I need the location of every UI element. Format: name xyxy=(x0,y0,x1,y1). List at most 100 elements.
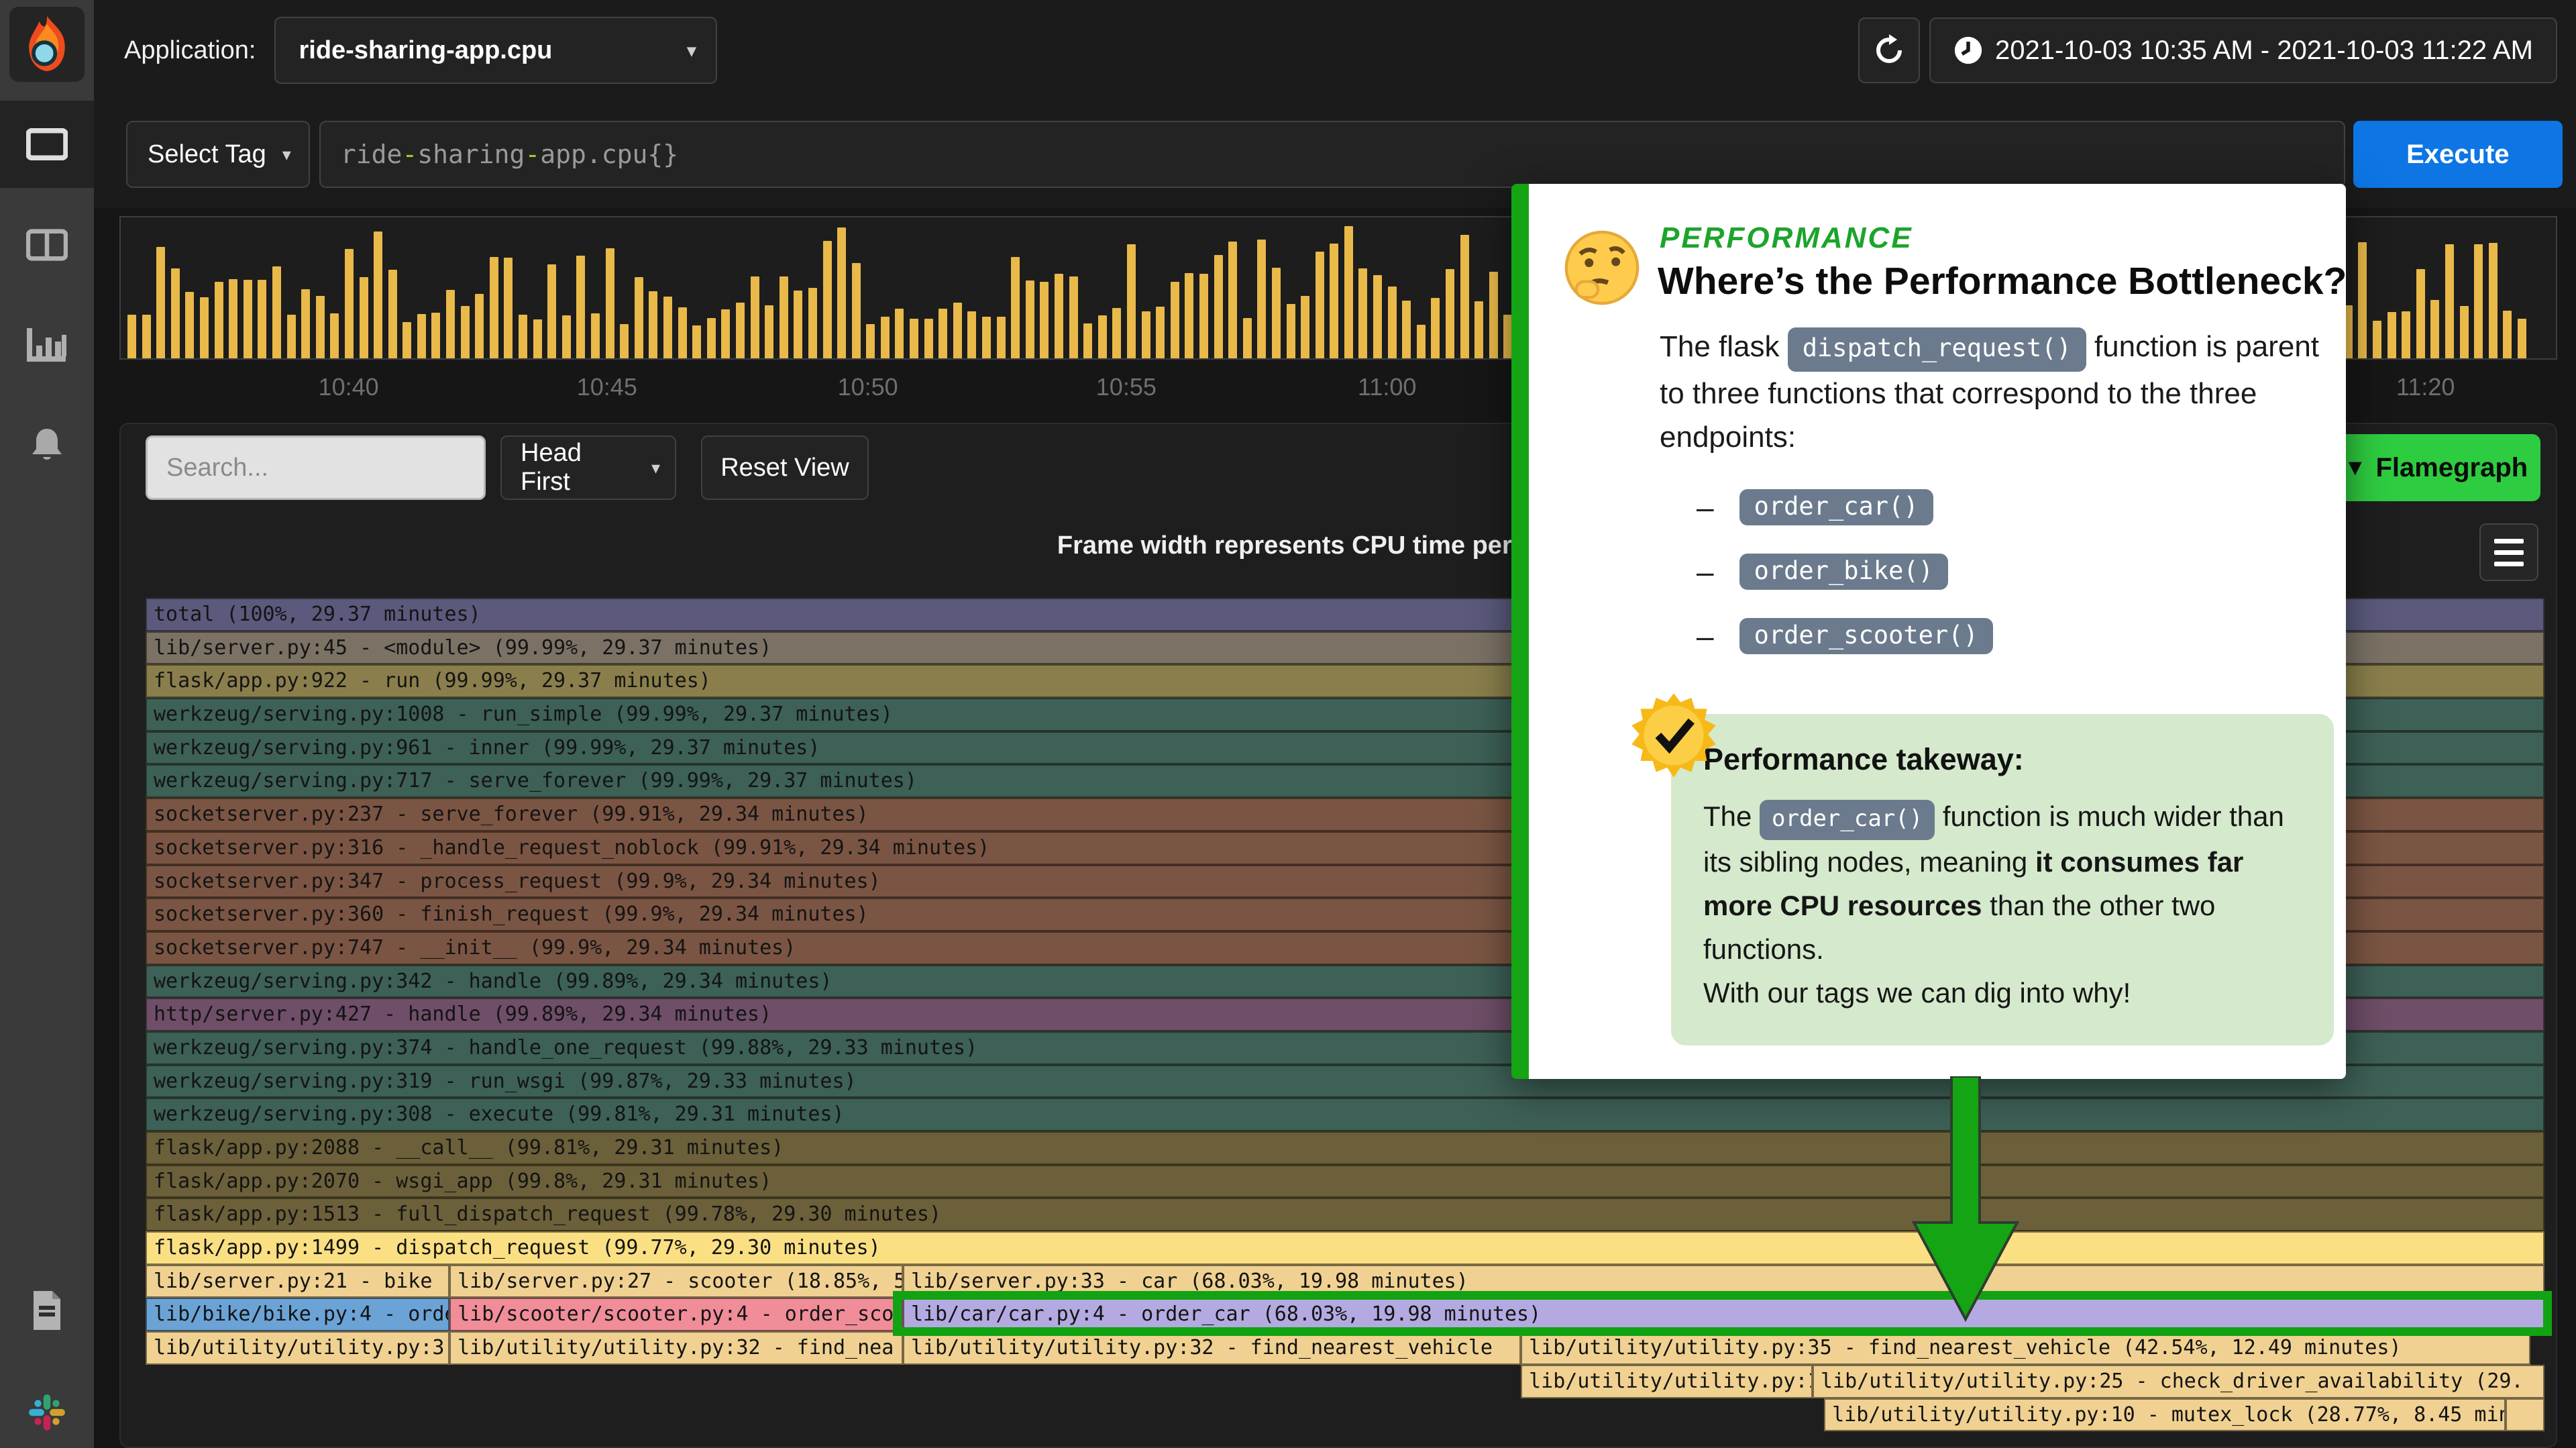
timeline-bar xyxy=(576,256,585,358)
timeline-bar xyxy=(1474,301,1483,358)
timeline-bar xyxy=(504,258,513,358)
flamegraph-frame[interactable]: lib/utility/utility.py:3 xyxy=(146,1331,449,1365)
timeline-bar xyxy=(808,288,817,358)
timeline-bar xyxy=(301,289,310,358)
select-tag-dropdown[interactable]: Select Tag ▾ xyxy=(126,121,310,188)
flamegraph-frame[interactable]: lib/utility/utility.py:1 xyxy=(1521,1365,1813,1398)
sort-order-value: Head First xyxy=(521,439,635,497)
flamegraph-row: lib/utility/utility.py:3lib/utility/util… xyxy=(146,1331,2544,1365)
single-pane-icon xyxy=(26,128,68,160)
pyroscope-logo[interactable] xyxy=(9,7,85,82)
timeline-bar xyxy=(461,306,470,358)
flamegraph-row: flask/app.py:1513 - full_dispatch_reques… xyxy=(146,1198,2544,1231)
chevron-down-icon: ▾ xyxy=(687,40,696,61)
flamegraph-frame[interactable]: flask/app.py:2088 - __call__ (99.81%, 29… xyxy=(146,1131,2544,1165)
flamegraph-frame[interactable] xyxy=(2506,1398,2544,1432)
timeline-bar xyxy=(2402,311,2410,358)
timeline-bar xyxy=(866,324,875,358)
thinking-face-emoji xyxy=(1562,228,1642,307)
chevron-down-icon: ▾ xyxy=(282,144,291,165)
timeline-bar xyxy=(142,315,151,358)
timeline-bar xyxy=(852,263,861,358)
timeline-bar xyxy=(663,297,672,358)
timeline-bar xyxy=(765,305,773,358)
flamegraph-frame[interactable]: lib/utility/utility.py:35 - find_nearest… xyxy=(1521,1331,2530,1365)
timeline-bar xyxy=(1272,268,1281,358)
flamegraph-frame[interactable]: lib/utility/utility.py:10 - mutex_lock (… xyxy=(1824,1398,2506,1432)
flamegraph-frame[interactable]: flask/app.py:2070 - wsgi_app (99.8%, 29.… xyxy=(146,1165,2544,1198)
application-select[interactable]: ride-sharing-app.cpu ▾ xyxy=(274,17,717,84)
flamegraph-frame[interactable]: lib/utility/utility.py:32 - find_nea xyxy=(449,1331,903,1365)
flamegraph-row: werkzeug/serving.py:308 - execute (99.81… xyxy=(146,1098,2544,1131)
timeline-bar xyxy=(1330,244,1338,358)
timeline-bar xyxy=(635,277,643,358)
flamegraph-frame[interactable]: lib/server.py:27 - scooter (18.85%, 5 xyxy=(449,1265,903,1298)
sidebar-item-comparison-view[interactable] xyxy=(0,201,94,289)
takeaway-box: Performance takeway: The order_car() fun… xyxy=(1671,714,2334,1045)
timeline-bar xyxy=(1156,307,1165,358)
flamegraph-frame[interactable]: lib/server.py:21 - bike ( xyxy=(146,1265,449,1298)
timeline-bar xyxy=(127,315,136,358)
flamegraph-frame[interactable]: lib/car/car.py:4 - order_car (68.03%, 19… xyxy=(903,1298,2544,1331)
timeline-bar xyxy=(330,313,339,358)
timeline-tick-label: 10:55 xyxy=(1096,373,1157,401)
timeline-bar xyxy=(1026,280,1034,358)
timeline-bar xyxy=(606,248,614,358)
timeline-bar xyxy=(620,324,629,358)
flamegraph-frame[interactable]: lib/utility/utility.py:32 - find_nearest… xyxy=(903,1331,1521,1365)
time-range-button[interactable]: 2021-10-03 10:35 AM - 2021-10-03 11:22 A… xyxy=(1929,17,2557,83)
timeline-bar xyxy=(910,319,918,358)
sidebar-item-slack[interactable] xyxy=(0,1369,94,1448)
refresh-button[interactable] xyxy=(1858,17,1920,83)
timeline-bar xyxy=(1040,282,1049,358)
flamegraph-frame[interactable]: lib/utility/utility.py:25 - check_driver… xyxy=(1813,1365,2544,1398)
select-tag-label: Select Tag xyxy=(148,140,266,169)
popup-title: Where’s the Performance Bottleneck? xyxy=(1658,259,2347,303)
timeline-bar xyxy=(678,307,687,358)
endpoint-item: –order_scooter() xyxy=(1697,618,1993,654)
search-input[interactable] xyxy=(146,435,486,500)
timeline-bar xyxy=(1402,301,1411,358)
reset-view-button[interactable]: Reset View xyxy=(701,435,869,500)
flamegraph-frame[interactable]: lib/server.py:33 - car (68.03%, 19.98 mi… xyxy=(903,1265,2544,1298)
flamegraph-frame[interactable]: lib/bike/bike.py:4 - orde xyxy=(146,1298,449,1331)
timeline-bar xyxy=(707,318,716,358)
timeline-bar xyxy=(1417,325,1426,358)
timeline-bar xyxy=(2387,312,2396,358)
flamegraph-button[interactable]: ▼ Flamegraph xyxy=(2331,434,2540,501)
timeline-tick-label: 10:45 xyxy=(577,373,637,401)
flamegraph-frame[interactable]: werkzeug/serving.py:308 - execute (99.81… xyxy=(146,1098,2544,1131)
timeline-bar xyxy=(1431,298,1440,358)
endpoint-item: –order_bike() xyxy=(1697,554,1993,590)
refresh-icon xyxy=(1873,34,1905,66)
timeline-bar xyxy=(1142,311,1150,358)
timeline-bar xyxy=(1055,274,1063,358)
sidebar-item-docs[interactable] xyxy=(0,1267,94,1354)
flame-icon: ▼ xyxy=(2344,455,2367,481)
sidebar-item-alerts[interactable] xyxy=(0,401,94,488)
sidebar-item-single-view[interactable] xyxy=(0,101,94,188)
time-range-value: 2021-10-03 10:35 AM - 2021-10-03 11:22 A… xyxy=(1995,36,2533,66)
timeline-bar xyxy=(2445,244,2454,358)
timeline-bar xyxy=(1069,276,1078,358)
timeline-tick-label: 10:40 xyxy=(319,373,379,401)
endpoint-item: –order_car() xyxy=(1697,489,1993,525)
sidebar-item-metrics[interactable] xyxy=(0,301,94,388)
panel-menu-button[interactable] xyxy=(2479,523,2538,581)
flamegraph-row: lib/bike/bike.py:4 - ordelib/scooter/sco… xyxy=(146,1298,2544,1331)
timeline-bar xyxy=(1373,275,1382,358)
flamegraph-frame[interactable]: flask/app.py:1513 - full_dispatch_reques… xyxy=(146,1198,2544,1231)
timeline-bar xyxy=(533,319,542,358)
query-input[interactable]: ride-sharing-app.cpu{} xyxy=(319,121,2345,188)
timeline-bar xyxy=(895,309,904,358)
timeline-bar xyxy=(736,303,745,358)
flamegraph-frame[interactable]: lib/scooter/scooter.py:4 - order_scoo xyxy=(449,1298,903,1331)
sort-order-select[interactable]: Head First ▾ xyxy=(500,435,676,500)
timeline-bar xyxy=(244,280,252,358)
popup-intro: The flask dispatch_request() function is… xyxy=(1660,325,2344,459)
flamegraph-row: lib/utility/utility.py:10 - mutex_lock (… xyxy=(146,1398,2544,1432)
timeline-bar xyxy=(2460,306,2469,358)
execute-button[interactable]: Execute xyxy=(2353,121,2563,188)
flamegraph-frame[interactable]: flask/app.py:1499 - dispatch_request (99… xyxy=(146,1231,2544,1265)
timeline-bar xyxy=(2358,242,2367,358)
